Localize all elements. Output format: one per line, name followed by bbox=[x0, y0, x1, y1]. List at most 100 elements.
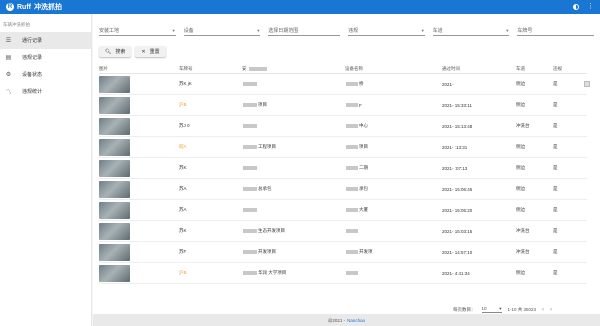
time-cell: 2021- :07:13 bbox=[442, 166, 516, 171]
lane-value: 侧边 bbox=[516, 144, 525, 149]
plate-search-placeholder: 车牌号 bbox=[517, 27, 533, 34]
sidebar-item-violation-records[interactable]: ▤ 违规记录 bbox=[0, 49, 91, 66]
vehicle-photo-thumbnail[interactable] bbox=[99, 222, 130, 240]
plate-number: 苏K bbox=[179, 228, 187, 233]
time-cell: 2021- :13:31 bbox=[442, 145, 516, 150]
violation-value: 是 bbox=[553, 165, 558, 170]
plate-cell: 沪B bbox=[179, 102, 242, 108]
site-name: 总承包 bbox=[258, 186, 272, 191]
col-header-time: 通过时间 bbox=[442, 66, 460, 71]
site-cell: 华润 大学项目 bbox=[242, 270, 345, 276]
table-row[interactable]: 苏K 生态开发项目 2021- 15:03:15 冲洗台 是 bbox=[99, 221, 587, 242]
device-cell: 中心 bbox=[345, 123, 442, 129]
table-row[interactable]: 苏A 总承包 承包 2021- 15:06:45 侧边 是 bbox=[99, 179, 587, 200]
vehicle-photo-thumbnail[interactable] bbox=[99, 138, 130, 156]
vehicle-photo-thumbnail[interactable] bbox=[99, 117, 130, 135]
pass-time: 2021- 15:06:45 bbox=[442, 186, 473, 192]
table-row[interactable]: 沪B 项目 F 2021- 15:33:11 侧边 是 bbox=[99, 95, 587, 116]
dropdown-caret-icon: ▼ bbox=[505, 27, 510, 33]
close-icon: ✕ bbox=[141, 48, 146, 55]
page-range: 1-10 共 35023 bbox=[507, 306, 537, 312]
sidebar: 车辆冲洗抓拍 ☰ 通行记录 ▤ 违规记录 ⚙ 设备状态 〽 违规统计 bbox=[0, 14, 92, 326]
lane-cell: 侧边 bbox=[516, 186, 553, 192]
pass-time: 2021- 15:13:48 bbox=[442, 123, 473, 129]
filter-bar: 安装工地 ▼ 设备 ▼ 选择日期范围 违规 ▼ 车道 ▼ 车牌号 bbox=[93, 14, 600, 36]
time-cell: 2021- bbox=[442, 82, 516, 87]
table-row[interactable]: 苏A 大厦 2021- 15:05:20 侧边 是 bbox=[99, 200, 587, 221]
violation-value: 是 bbox=[553, 81, 558, 86]
violation-cell: 是 bbox=[553, 228, 583, 234]
vehicle-photo-thumbnail[interactable] bbox=[99, 264, 130, 282]
vehicle-photo-thumbnail[interactable] bbox=[99, 201, 130, 219]
sidebar-item-violation-stats[interactable]: 〽 违规统计 bbox=[0, 83, 91, 100]
lane-filter[interactable]: 车道 ▼ bbox=[432, 25, 510, 36]
site-cell bbox=[242, 166, 345, 171]
time-cell: 2021- 14:57:10 bbox=[442, 250, 516, 255]
violation-cell: 是 bbox=[553, 165, 583, 171]
plate-search-input[interactable]: 车牌号 bbox=[517, 25, 594, 36]
records-table: 图片 车牌号 安 设备名称 通过时间 车道 违规 苏K jK 桥 2021- 侧边是沪… bbox=[99, 65, 587, 284]
rows-per-page-label: 每页数目： bbox=[453, 306, 476, 312]
device-cell: 项目 bbox=[345, 144, 442, 150]
plate-cell: 苏K jK bbox=[179, 81, 242, 87]
photo-cell bbox=[99, 75, 179, 93]
vehicle-photo-thumbnail[interactable] bbox=[99, 180, 130, 198]
time-cell: 2021- 15:33:11 bbox=[442, 103, 516, 108]
site-name: 项目 bbox=[258, 102, 267, 107]
plate-cell: 沪B bbox=[179, 270, 242, 276]
photo-cell bbox=[99, 138, 179, 156]
violation-filter-label: 违规 bbox=[348, 27, 359, 34]
photo-cell bbox=[99, 96, 179, 114]
violation-cell: 是 bbox=[553, 81, 583, 87]
violation-value: 是 bbox=[553, 102, 558, 107]
table-row[interactable]: 皖A 工程项目 项目 2021- :13:31 侧边 是 bbox=[99, 137, 587, 158]
plate-number: 苏K bbox=[179, 165, 187, 170]
next-page-icon[interactable]: › bbox=[550, 307, 552, 313]
brand: R Ruff 冲洗抓拍 bbox=[6, 2, 62, 12]
table-row[interactable]: 苏K jK 桥 2021- 侧边 是 bbox=[99, 74, 587, 95]
violation-filter[interactable]: 违规 ▼ bbox=[348, 25, 425, 36]
vehicle-photo-thumbnail[interactable] bbox=[99, 75, 130, 93]
lane-value: 冲洗台 bbox=[516, 228, 530, 233]
violation-cell: 是 bbox=[553, 123, 583, 129]
site-filter-label: 安装工地 bbox=[99, 27, 120, 34]
prev-page-icon[interactable]: ‹ bbox=[542, 307, 544, 313]
sidebar-item-device-status[interactable]: ⚙ 设备状态 bbox=[0, 66, 91, 83]
plate-cell: 苏F bbox=[179, 249, 242, 255]
sidebar-item-pass-records[interactable]: ☰ 通行记录 bbox=[0, 32, 91, 49]
date-range-filter[interactable]: 选择日期范围 bbox=[268, 25, 341, 36]
device-cell: 桥 bbox=[345, 81, 442, 87]
site-name: 工程项目 bbox=[258, 144, 276, 149]
violation-value: 是 bbox=[553, 186, 558, 191]
table-row[interactable]: 苏J 0 中心 2021- 15:13:48 冲洗台 是 bbox=[99, 116, 587, 137]
vehicle-photo-thumbnail[interactable] bbox=[99, 159, 130, 177]
list-icon: ☰ bbox=[5, 38, 12, 44]
site-cell: 生态开发项目 bbox=[242, 228, 345, 234]
column-toggle-icon[interactable] bbox=[584, 81, 590, 87]
device-name: 项目 bbox=[359, 144, 368, 149]
more-vert-icon[interactable]: ⋮ bbox=[587, 3, 594, 10]
table-header: 图片 车牌号 安 设备名称 通过时间 车道 违规 bbox=[99, 65, 587, 74]
vehicle-photo-thumbnail[interactable] bbox=[99, 243, 130, 261]
reset-button[interactable]: ✕ 重置 bbox=[135, 46, 166, 57]
search-button[interactable]: 🔍︎ 搜索 bbox=[99, 46, 132, 57]
photo-cell bbox=[99, 201, 179, 219]
site-name: 生态开发项目 bbox=[258, 228, 285, 233]
vehicle-photo-thumbnail[interactable] bbox=[99, 96, 130, 114]
plate-number: 苏A bbox=[179, 207, 187, 212]
pass-time: 2021- 14:57:10 bbox=[442, 249, 473, 255]
device-cell: 二期 bbox=[345, 165, 442, 171]
table-row[interactable]: 苏K 二期 2021- :07:13 侧边 是 bbox=[99, 158, 587, 179]
plate-number: 苏J 0 bbox=[179, 123, 190, 128]
settings-sliders-icon: ⚙ bbox=[5, 72, 12, 78]
site-filter[interactable]: 安装工地 ▼ bbox=[99, 25, 176, 36]
rows-per-page-select[interactable]: 10 ▾ bbox=[481, 306, 502, 313]
theme-toggle-icon[interactable] bbox=[573, 4, 579, 10]
table-row[interactable]: 苏F 开发项目 开发项 2021- 14:57:10 冲洗台 是 bbox=[99, 242, 587, 263]
footer-link[interactable]: Nanchao bbox=[347, 318, 365, 323]
lane-value: 侧边 bbox=[516, 207, 525, 212]
table-row[interactable]: 沪B 华润 大学项目 2021- 4:41:34 侧边 是 bbox=[99, 263, 587, 284]
device-filter[interactable]: 设备 ▼ bbox=[183, 25, 261, 36]
col-header-device: 设备名称 bbox=[345, 66, 363, 71]
plate-cell: 苏K bbox=[179, 228, 242, 234]
